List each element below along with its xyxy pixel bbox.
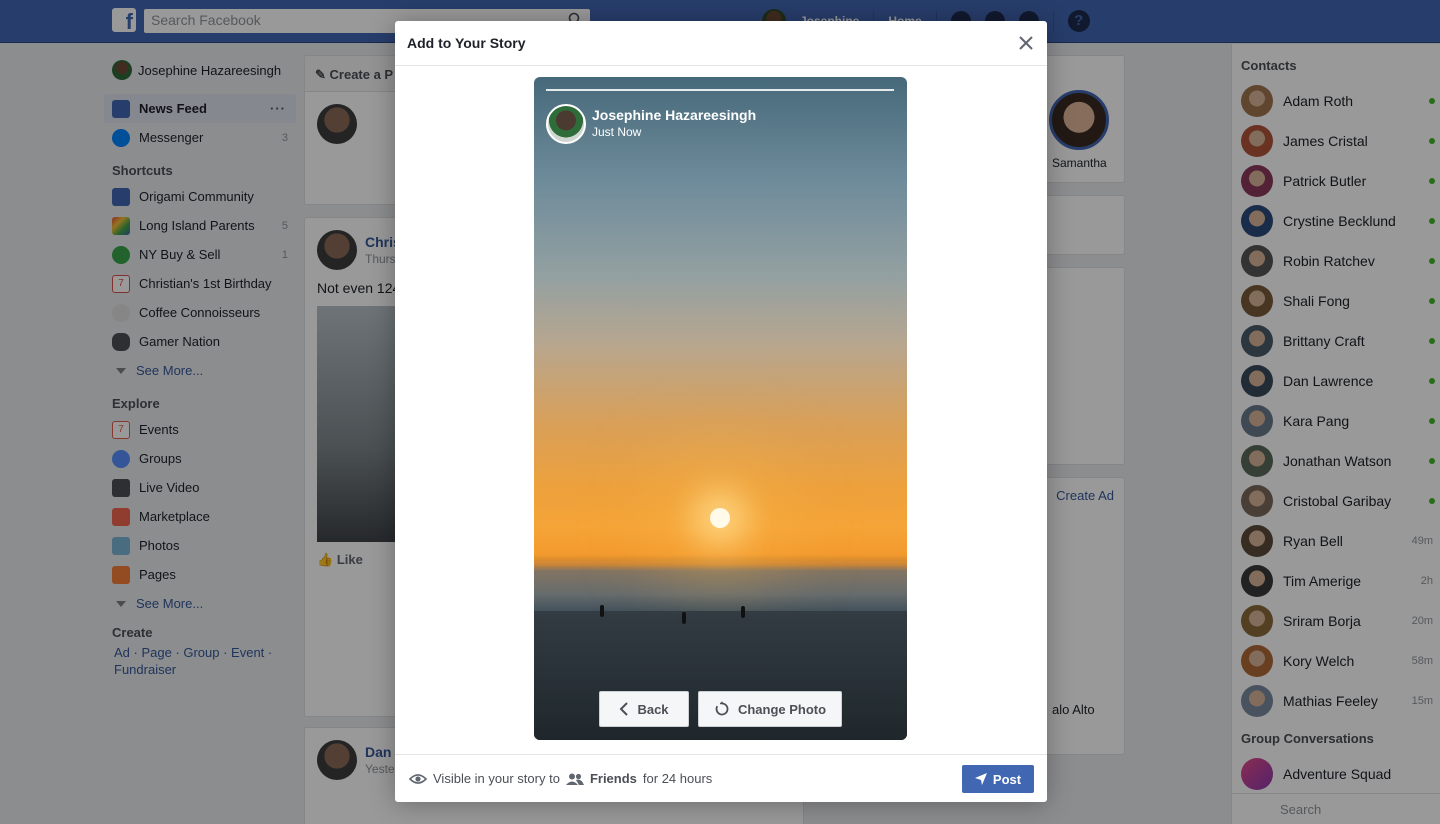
audience-label[interactable]: Friends <box>590 771 637 786</box>
story-progress-bar <box>546 89 894 91</box>
send-icon <box>974 773 987 785</box>
close-icon[interactable] <box>1017 34 1035 52</box>
eye-icon <box>409 773 427 784</box>
friends-icon <box>565 773 584 785</box>
change-photo-label: Change Photo <box>737 701 827 717</box>
visibility-prefix: Visible in your story to <box>433 771 560 786</box>
visibility-suffix: for 24 hours <box>642 771 713 786</box>
dialog-header: Add to Your Story <box>395 21 1047 66</box>
dialog-footer: Visible in your story to Friends for 24 … <box>395 754 1047 802</box>
post-button[interactable]: Post <box>962 765 1034 793</box>
silhouette <box>682 612 686 624</box>
back-button[interactable]: Back <box>599 691 689 727</box>
dialog-body: Josephine Hazareesingh Just Now Back Cha… <box>395 66 1047 754</box>
story-author-avatar <box>546 104 586 144</box>
silhouette <box>741 606 745 618</box>
post-label: Post <box>992 771 1022 787</box>
sun <box>710 508 730 528</box>
dialog-title: Add to Your Story <box>407 35 526 51</box>
chevron-left-icon <box>620 702 629 716</box>
story-preview: Josephine Hazareesingh Just Now Back Cha… <box>534 77 907 740</box>
refresh-icon <box>715 701 729 716</box>
story-author-name: Josephine Hazareesingh <box>592 107 757 123</box>
back-label: Back <box>637 701 669 717</box>
silhouette <box>600 605 604 617</box>
story-timestamp: Just Now <box>592 125 642 139</box>
sea-reflection <box>534 561 907 611</box>
change-photo-button[interactable]: Change Photo <box>698 691 842 727</box>
add-to-story-dialog: Add to Your Story Josephine Hazareesingh… <box>395 21 1047 802</box>
